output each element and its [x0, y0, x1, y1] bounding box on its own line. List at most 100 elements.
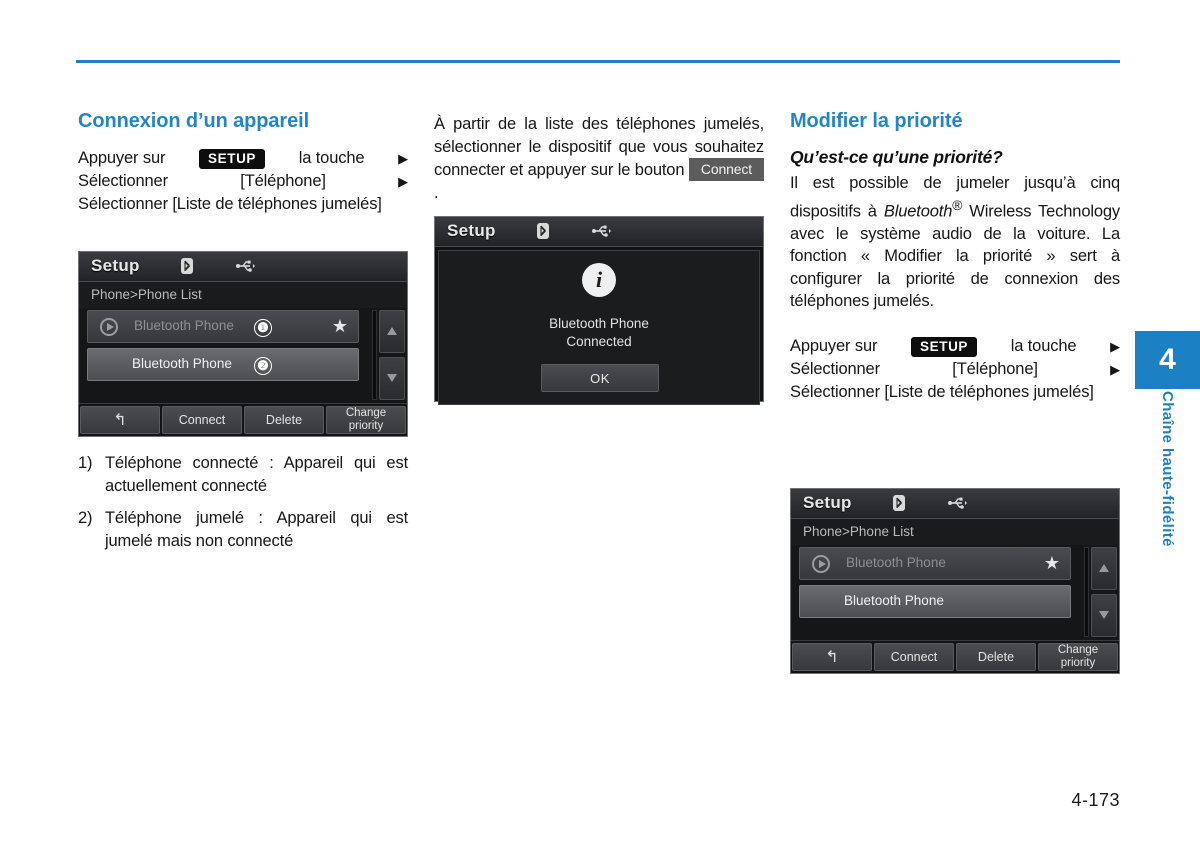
left-steps: Appuyer sur SETUP la touche ▶ Sélectionn…: [78, 147, 408, 216]
device-breadcrumb: Phone>Phone List: [79, 282, 407, 308]
ok-button[interactable]: OK: [541, 364, 659, 392]
center-paragraph-period: .: [434, 183, 439, 202]
step-arrow-icon: ▶: [1110, 338, 1120, 354]
connect-button[interactable]: Connect: [874, 643, 954, 671]
list-item-marker: 1): [78, 454, 93, 472]
device-status-bar: Setup: [791, 489, 1119, 519]
favorite-star-icon[interactable]: ★: [1044, 553, 1060, 573]
list-item-label: Bluetooth Phone: [132, 356, 232, 371]
header-rule: [76, 60, 1120, 63]
back-button[interactable]: ↰: [80, 406, 160, 434]
list-item: 2) Téléphone jumelé : Appareil qui est j…: [78, 507, 408, 553]
right-column: Modifier la priorité Qu’est-ce qu’une pr…: [790, 110, 1120, 404]
left-step-3: Sélectionner [Liste de téléphones jumelé…: [78, 195, 382, 213]
scrollbar[interactable]: [1084, 547, 1089, 637]
scrollbar[interactable]: [372, 310, 377, 400]
device-screenshot-phone-list-priority: Setup Phone>Phone List Bluetooth Phone ★…: [790, 488, 1120, 674]
list-item-marker: 2): [78, 509, 93, 527]
back-button[interactable]: ↰: [792, 643, 872, 671]
left-step-2-after: [Téléphone]: [240, 172, 326, 190]
popup-message: Bluetooth Phone Connected: [439, 315, 759, 351]
device-breadcrumb: Phone>Phone List: [791, 519, 1119, 545]
device-title: Setup: [803, 493, 852, 512]
callout-marker-2: ❷: [254, 357, 272, 375]
device-phone-list-area: Bluetooth Phone ★ Bluetooth Phone: [791, 545, 1119, 641]
scroll-down-button[interactable]: [1091, 594, 1117, 637]
change-priority-line2: priority: [348, 420, 384, 432]
right-steps: Appuyer sur SETUP la touche ▶ Sélectionn…: [790, 335, 1120, 404]
bluetooth-brand-text: Bluetooth: [883, 202, 953, 220]
delete-button[interactable]: Delete: [244, 406, 324, 434]
delete-button[interactable]: Delete: [956, 643, 1036, 671]
left-numbered-list-wrap: 1) Téléphone connecté : Appareil qui est…: [78, 452, 408, 562]
step-arrow-icon: ▶: [398, 174, 408, 189]
priority-description-paragraph: Il est possible de jumeler jusqu’à cinq …: [790, 172, 1120, 313]
usb-icon: [948, 497, 967, 509]
right-step-2-after: [Téléphone]: [952, 359, 1038, 378]
registered-mark: ®: [952, 197, 963, 213]
list-item[interactable]: Bluetooth Phone ★: [799, 547, 1071, 580]
usb-icon: [592, 225, 611, 237]
device-title: Setup: [91, 256, 140, 275]
right-step-2-before: Sélectionner: [790, 359, 880, 378]
change-priority-line2: priority: [1060, 657, 1096, 669]
scroll-buttons: [379, 310, 405, 400]
device-button-bar: ↰ Connect Delete Change priority: [791, 640, 1119, 673]
left-step-2: Sélectionner [Téléphone] ▶: [78, 170, 408, 193]
favorite-star-icon[interactable]: ★: [332, 316, 348, 336]
right-step-1-before: Appuyer sur: [790, 336, 878, 355]
left-step-1: Appuyer sur SETUP la touche ▶: [78, 147, 408, 170]
scroll-down-button[interactable]: [379, 357, 405, 400]
setup-key-badge[interactable]: SETUP: [199, 149, 266, 169]
device-status-bar: Setup: [435, 217, 763, 247]
play-icon: [100, 318, 118, 336]
right-step-1-after: la touche: [1010, 336, 1077, 355]
list-item-label: Bluetooth Phone: [844, 593, 944, 608]
callout-marker-1: ❶: [254, 319, 272, 337]
left-step-1-after: la touche: [298, 149, 365, 167]
chevron-up-icon: [1099, 564, 1109, 572]
list-item[interactable]: Bluetooth Phone: [87, 348, 359, 381]
center-paragraph: À partir de la liste des téléphones jume…: [434, 113, 764, 204]
chapter-tab-label: Chaîne haute-fidélité: [1135, 389, 1200, 619]
back-arrow-icon: ↰: [825, 648, 839, 666]
list-item: 1) Téléphone connecté : Appareil qui est…: [78, 452, 408, 498]
right-step-2: Sélectionner [Téléphone] ▶: [790, 358, 1120, 381]
right-step-1: Appuyer sur SETUP la touche ▶: [790, 335, 1120, 358]
scroll-up-button[interactable]: [379, 310, 405, 353]
list-item-label: Bluetooth Phone: [846, 555, 946, 570]
section-title-priority: Modifier la priorité: [790, 110, 963, 132]
bluetooth-icon: [181, 258, 193, 274]
play-icon: [812, 555, 830, 573]
connect-inline-button[interactable]: Connect: [688, 158, 764, 181]
popup-body: i Bluetooth Phone Connected OK: [438, 250, 760, 405]
page-number: 4-173: [1071, 790, 1120, 810]
chapter-tab-number: 4: [1135, 331, 1200, 389]
list-item[interactable]: Bluetooth Phone: [799, 585, 1071, 618]
list-item-text: Téléphone jumelé : Appareil qui est jume…: [105, 509, 408, 550]
popup-message-line1: Bluetooth Phone: [549, 316, 649, 331]
setup-key-badge[interactable]: SETUP: [911, 336, 978, 357]
page-title: Connexion d’un appareil: [78, 110, 310, 132]
device-phone-list-area: Bluetooth Phone ★ ❶ Bluetooth Phone ❷: [79, 308, 407, 404]
chevron-up-icon: [387, 327, 397, 335]
list-item-label: Bluetooth Phone: [134, 318, 234, 333]
center-column: À partir de la liste des téléphones jume…: [434, 113, 764, 204]
change-priority-button[interactable]: Change priority: [1038, 643, 1118, 671]
chevron-down-icon: [387, 374, 397, 382]
bluetooth-icon: [893, 495, 905, 511]
device-status-bar: Setup: [79, 252, 407, 282]
subsection-title: Qu’est-ce qu’une priorité?: [790, 147, 1003, 167]
left-column: Connexion d’un appareil Appuyer sur SETU…: [78, 110, 408, 216]
chevron-down-icon: [1099, 611, 1109, 619]
connect-button[interactable]: Connect: [162, 406, 242, 434]
change-priority-line1: Change: [1057, 644, 1099, 656]
chapter-tab-label-text: Chaîne haute-fidélité: [1159, 391, 1176, 547]
change-priority-button[interactable]: Change priority: [326, 406, 406, 434]
device-screenshot-phone-list: Setup Phone>Phone List Bluetooth Phone ★…: [78, 251, 408, 437]
step-arrow-icon: ▶: [1110, 361, 1120, 377]
list-item[interactable]: Bluetooth Phone ★: [87, 310, 359, 343]
scroll-up-button[interactable]: [1091, 547, 1117, 590]
device-screenshot-connected-popup: Setup i Bluetooth Phone Connected OK: [434, 216, 764, 405]
right-step-3: Sélectionner [Liste de téléphones jumelé…: [790, 382, 1094, 401]
